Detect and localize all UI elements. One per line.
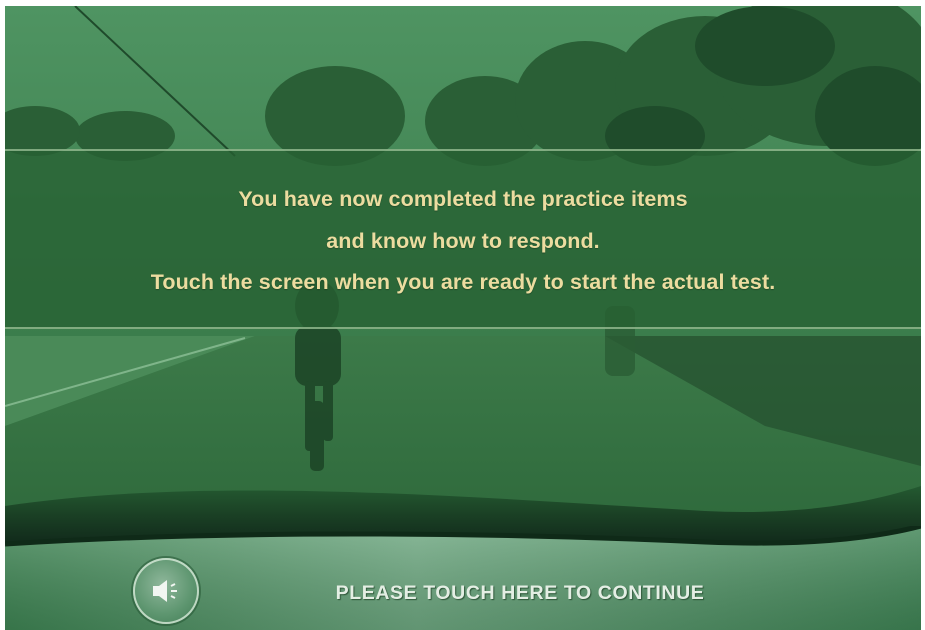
instruction-line-2: and know how to respond. bbox=[326, 229, 600, 253]
instruction-banner: You have now completed the practice item… bbox=[5, 149, 921, 329]
speaker-button[interactable] bbox=[133, 558, 199, 624]
test-screen[interactable]: You have now completed the practice item… bbox=[5, 6, 921, 630]
control-bar: PLEASE TOUCH HERE TO CONTINUE bbox=[5, 526, 921, 630]
instruction-line-1: You have now completed the practice item… bbox=[238, 187, 688, 211]
instruction-line-3: Touch the screen when you are ready to s… bbox=[150, 270, 776, 294]
speaker-icon bbox=[153, 580, 177, 602]
continue-button[interactable]: PLEASE TOUCH HERE TO CONTINUE bbox=[275, 576, 765, 610]
